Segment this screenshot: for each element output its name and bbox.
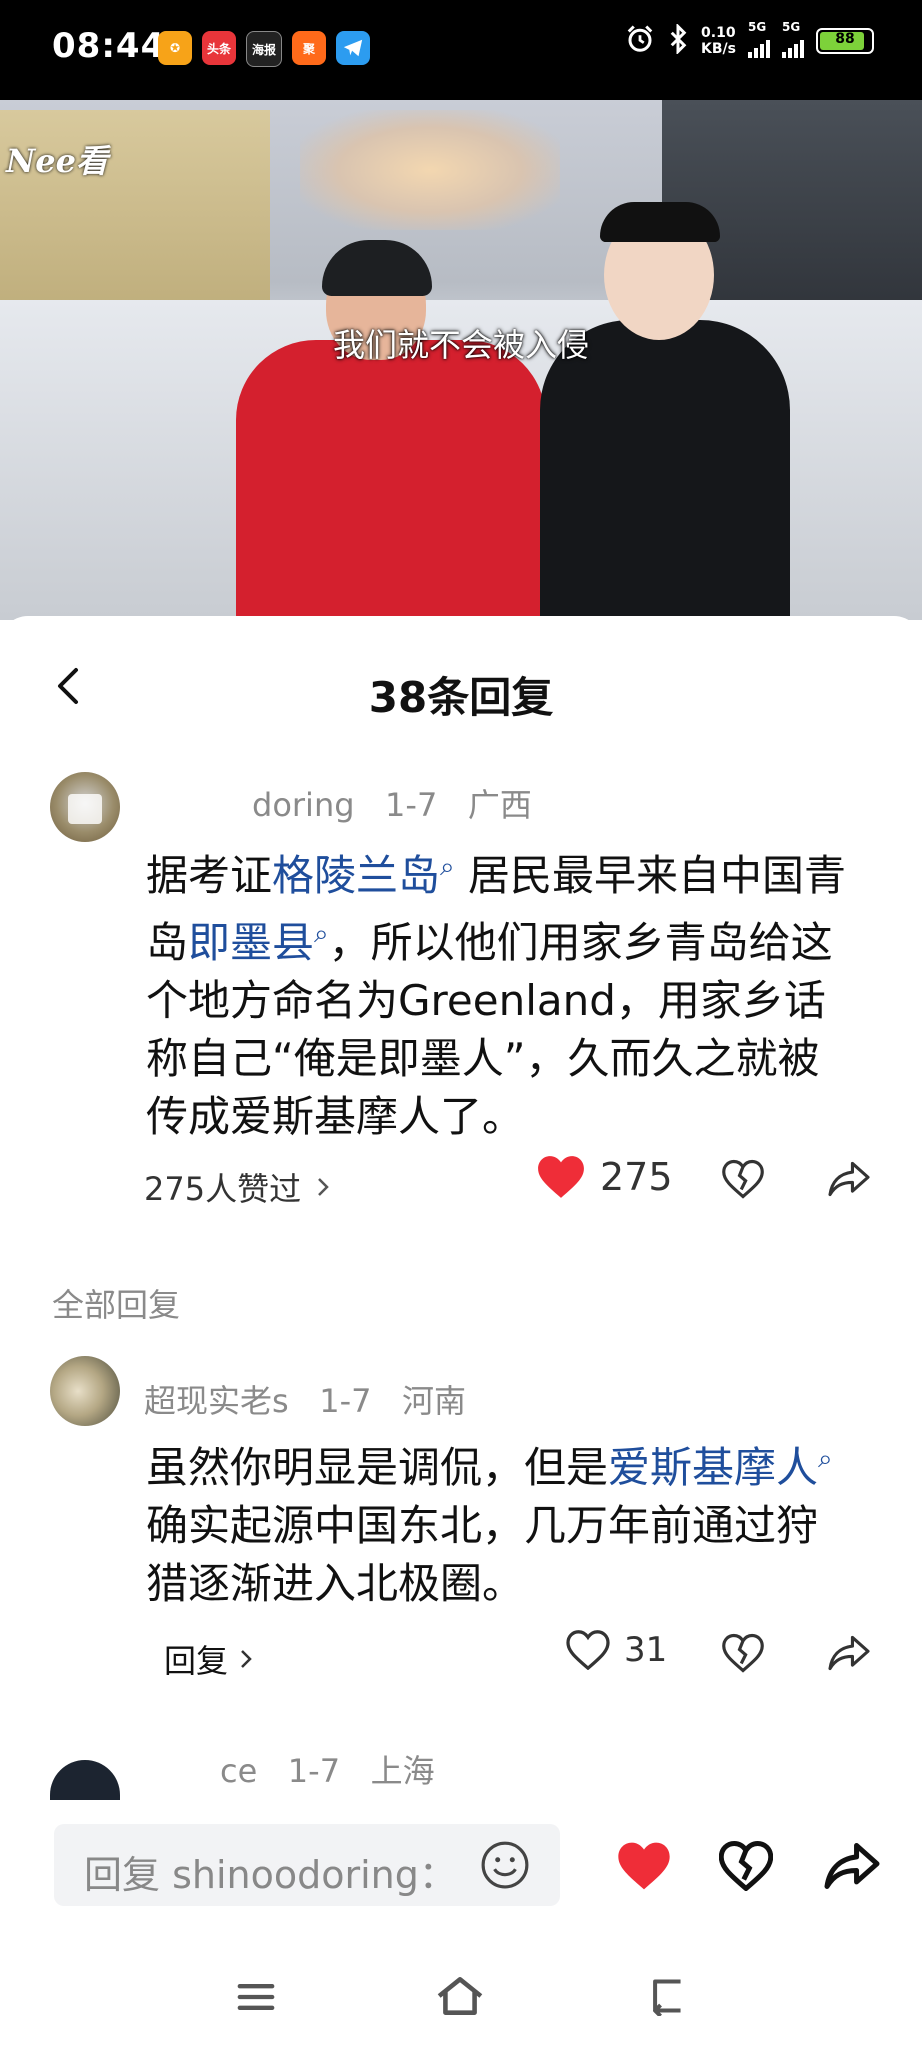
signal-2-label: 5G <box>782 20 801 34</box>
video-watermark: Nee看 <box>6 142 108 180</box>
share-button[interactable] <box>824 1628 874 1678</box>
comment-meta: doring 1-7 广西 <box>252 780 532 826</box>
comment-text: 据考证格陵兰岛⌕ 居民最早来自中国青岛即墨县⌕，所以他们用家乡青岛给这个地方命名… <box>146 838 846 1146</box>
like-count: 31 <box>624 1630 668 1670</box>
alarm-icon <box>625 24 655 58</box>
reply-meta: ce 1-7 上海 <box>220 1746 435 1792</box>
like-button[interactable]: 275 <box>536 1154 673 1200</box>
avatar[interactable] <box>50 772 120 842</box>
reply-location: 上海 <box>370 1752 435 1790</box>
share-arrow-icon <box>828 1161 870 1197</box>
telegram-icon <box>336 31 370 65</box>
notification-icons: ✪ 头条 海报 聚 <box>158 31 370 67</box>
home-button[interactable] <box>430 1968 490 2024</box>
menu-icon <box>237 1984 275 2010</box>
heart-outline-icon <box>566 1630 610 1670</box>
broken-heart-icon <box>719 1841 773 1891</box>
reply-date: 1-7 <box>319 1382 372 1420</box>
broken-heart-icon <box>722 1159 764 1199</box>
battery-level: 88 <box>835 31 855 47</box>
keyword-link-greenland[interactable]: 格陵兰岛 <box>272 851 440 900</box>
emoji-button[interactable] <box>478 1838 532 1892</box>
reply-text: 虽然你明显是调侃，但是爱斯基摩人⌕ 确实起源中国东北，几万年前通过狩猎逐渐进入北… <box>146 1430 856 1613</box>
search-icon[interactable]: ⌕ <box>818 1444 833 1474</box>
status-indicators: 0.10 KB/s 5G 5G 88 <box>625 20 874 58</box>
emoji-smile-icon <box>481 1841 529 1889</box>
video-subtitle: 我们就不会被入侵 <box>332 326 589 364</box>
signal-icon-1: 5G <box>748 20 770 58</box>
reply-text-part: 确实起源中国东北，几万年前通过狩猎逐渐进入北极圈。 <box>146 1501 819 1608</box>
back-arrow-icon <box>653 1979 681 2016</box>
reply-input-placeholder: 回复 shinoodoring： <box>84 1853 457 1897</box>
heart-filled-icon <box>618 1842 670 1890</box>
signal-icon-2: 5G <box>782 20 804 58</box>
like-count: 275 <box>600 1155 673 1199</box>
reply-label: 回复 <box>164 1642 229 1680</box>
comment-text-part: 据考证 <box>146 851 273 900</box>
reply-author[interactable]: 超现实老s <box>144 1382 289 1420</box>
like-button[interactable] <box>614 1838 674 1894</box>
share-arrow-icon <box>824 1843 880 1889</box>
reply-button[interactable]: 回复 <box>164 1636 256 1682</box>
reply-text-part: 虽然你明显是调侃，但是 <box>146 1443 609 1492</box>
poster-app-icon: 海报 <box>246 31 282 67</box>
toutiao-app-icon: 头条 <box>202 31 236 65</box>
reply-date: 1-7 <box>287 1752 341 1790</box>
video-frame-sky <box>300 110 560 230</box>
page-title: 38条回复 <box>368 673 554 722</box>
signal-1-label: 5G <box>748 20 767 34</box>
chevron-right-icon <box>318 1178 329 1196</box>
dislike-button[interactable] <box>718 1154 768 1204</box>
likers-link[interactable]: 275人赞过 <box>144 1164 333 1210</box>
avatar[interactable] <box>50 1356 120 1426</box>
clock: 08:44 <box>52 26 166 66</box>
heart-filled-icon <box>538 1156 584 1198</box>
network-speed-value: 0.10 <box>701 25 736 41</box>
video-frame-person-red-jacket <box>236 240 546 620</box>
home-icon <box>437 1977 483 2015</box>
share-arrow-icon <box>828 1635 870 1671</box>
reply-location: 河南 <box>401 1382 466 1420</box>
status-bar: 08:44 ✪ 头条 海报 聚 0.10 KB/s 5G 5G 88 <box>0 0 922 100</box>
battery-icon: 88 <box>816 28 874 54</box>
system-navigation-bar <box>0 1948 922 2048</box>
keyword-link-eskimo[interactable]: 爱斯基摩人 <box>608 1443 818 1492</box>
section-label-all-replies: 全部回复 <box>52 1286 181 1324</box>
reply-author[interactable]: ce <box>220 1752 257 1790</box>
bluetooth-icon <box>667 22 689 58</box>
likers-count-text: 275人赞过 <box>144 1170 302 1208</box>
comment-location: 广西 <box>467 786 532 824</box>
dislike-button[interactable] <box>718 1628 768 1678</box>
search-icon[interactable]: ⌕ <box>440 852 455 882</box>
broken-heart-icon <box>722 1633 764 1673</box>
network-speed: 0.10 KB/s <box>701 25 736 57</box>
comment-date: 1-7 <box>385 786 438 824</box>
dislike-button[interactable] <box>716 1838 776 1894</box>
avatar[interactable] <box>50 1760 120 1800</box>
app-notification-icon: ✪ <box>158 31 192 65</box>
chevron-right-icon <box>241 1650 252 1668</box>
reply-sheet: 38条回复 doring 1-7 广西 据考证格陵兰岛⌕ 居民最早来自中国青岛即… <box>0 616 922 1956</box>
menu-button[interactable] <box>226 1972 286 2022</box>
like-button[interactable]: 31 <box>566 1630 667 1670</box>
video-player[interactable]: Nee看 我们就不会被入侵 <box>0 100 922 620</box>
share-button[interactable] <box>824 1154 874 1204</box>
share-button[interactable] <box>822 1838 882 1894</box>
search-icon[interactable]: ⌕ <box>314 919 329 949</box>
back-nav-button[interactable] <box>636 1970 696 2022</box>
juhe-app-icon: 聚 <box>292 31 326 65</box>
reply-meta: 超现实老s 1-7 河南 <box>144 1376 466 1422</box>
keyword-link-jimo[interactable]: 即墨县 <box>188 918 314 967</box>
network-speed-unit: KB/s <box>701 41 736 57</box>
comment-author[interactable]: doring <box>252 786 355 824</box>
video-frame-person-black-jacket <box>540 202 790 620</box>
